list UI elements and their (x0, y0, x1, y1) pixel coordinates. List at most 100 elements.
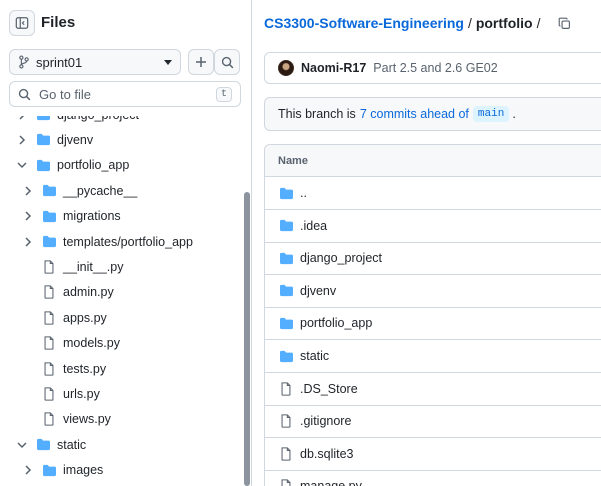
tree-item-label: admin.py (63, 285, 114, 300)
search-button[interactable] (214, 49, 240, 75)
table-row[interactable]: .gitignore (265, 405, 601, 439)
folder-icon (279, 187, 293, 199)
file-name-link[interactable]: static (300, 349, 329, 363)
tree-item-label: templates/portfolio_app (63, 234, 193, 249)
file-icon (44, 387, 54, 401)
expand-toggle[interactable] (23, 210, 33, 222)
breadcrumb-repo-link[interactable]: CS3300-Software-Engineering (264, 15, 464, 31)
add-file-button[interactable] (188, 49, 214, 75)
branch-selector[interactable]: sprint01 (9, 49, 181, 75)
tree-file-item[interactable]: models.py (0, 331, 244, 356)
commit-author-link[interactable]: Naomi-R17 (301, 61, 366, 75)
expand-toggle[interactable] (23, 185, 33, 197)
chevron-right-icon (19, 116, 24, 120)
tree-item-label: urls.py (63, 386, 100, 401)
ahead-prefix: This branch is (278, 107, 356, 121)
folder-icon (279, 220, 293, 232)
file-icon (44, 336, 54, 350)
tree-folder-item[interactable]: __pycache__ (0, 178, 244, 203)
file-icon (281, 381, 291, 396)
tree-folder-item[interactable]: migrations (0, 204, 244, 229)
tree-folder-item[interactable]: templates/portfolio_app (0, 229, 244, 254)
tree-item-label: static (57, 437, 87, 452)
file-list-table: Name .. .idea django_project djvenv portfoli… (264, 144, 601, 486)
file-name-link[interactable]: manage.py (300, 479, 362, 486)
folder-icon (42, 185, 56, 197)
chevron-right-icon (25, 211, 32, 221)
file-name-link[interactable]: .idea (300, 219, 327, 233)
tree-file-item[interactable]: urls.py (0, 381, 244, 406)
copy-path-button[interactable] (558, 17, 571, 30)
tree-folder-item[interactable]: static (0, 432, 244, 457)
folder-icon (279, 252, 293, 264)
file-name-link[interactable]: .gitignore (300, 414, 351, 428)
table-row[interactable]: static (265, 340, 601, 373)
chevron-down-icon (17, 442, 27, 448)
scrollbar-thumb[interactable] (244, 192, 250, 486)
table-row[interactable]: .idea (265, 210, 601, 243)
folder-icon (42, 464, 56, 476)
tree-file-item[interactable]: __init__.py (0, 254, 244, 279)
expand-toggle[interactable] (23, 464, 33, 476)
expand-toggle[interactable] (17, 116, 27, 121)
sidebar-scrollbar[interactable] (244, 116, 251, 486)
search-icon (221, 56, 233, 68)
file-icon (281, 479, 291, 486)
expand-toggle[interactable] (17, 134, 27, 146)
table-row[interactable]: portfolio_app (265, 307, 601, 341)
sidebar-header: Files (0, 0, 251, 46)
tree-item-label: images (63, 463, 104, 478)
expand-toggle[interactable] (17, 159, 27, 171)
folder-icon (35, 158, 51, 172)
tree-file-item[interactable]: apps.py (0, 305, 244, 330)
commits-ahead-link[interactable]: 7 commits ahead of (360, 107, 469, 121)
file-icon (41, 387, 57, 401)
file-name-link[interactable]: portfolio_app (300, 316, 372, 330)
table-row[interactable]: db.sqlite3 (265, 438, 601, 471)
table-row[interactable]: manage.py (265, 470, 601, 486)
folder-icon (35, 116, 51, 122)
commit-message-link[interactable]: Part 2.5 and 2.6 GE02 (373, 61, 497, 75)
tree-file-item[interactable]: admin.py (0, 280, 244, 305)
file-name-link[interactable]: django_project (300, 251, 382, 265)
chevron-right-icon (25, 465, 32, 475)
collapse-sidebar-button[interactable] (9, 10, 35, 36)
tree-item-label: djvenv (57, 132, 94, 147)
table-row[interactable]: .DS_Store (265, 373, 601, 406)
folder-icon (279, 285, 293, 297)
table-row[interactable]: .. (265, 177, 601, 210)
tree-folder-item[interactable]: django_project (0, 116, 244, 127)
tree-file-item[interactable]: tests.py (0, 356, 244, 381)
tree-folder-item[interactable]: images (0, 458, 244, 483)
file-icon (41, 311, 57, 325)
table-row[interactable]: django_project (265, 242, 601, 276)
tree-folder-item[interactable]: djvenv (0, 127, 244, 152)
tree-item-label: __init__.py (63, 259, 124, 274)
go-to-file-field[interactable]: t (9, 81, 241, 107)
sidebar-title: Files (41, 14, 76, 31)
chevron-right-icon (25, 236, 32, 247)
base-branch-label[interactable]: main (472, 106, 510, 122)
expand-toggle[interactable] (17, 439, 27, 451)
branch-name: sprint01 (36, 54, 83, 70)
chevron-down-icon (17, 162, 27, 169)
avatar[interactable] (278, 60, 294, 76)
file-name-link[interactable]: .DS_Store (300, 382, 358, 396)
tree-folder-item[interactable]: portfolio_app (0, 153, 244, 178)
file-name-link[interactable]: .. (300, 186, 307, 200)
folder-icon (279, 350, 293, 362)
folder-icon (42, 235, 56, 248)
folder-icon (35, 133, 51, 147)
file-name-link[interactable]: db.sqlite3 (300, 447, 354, 461)
file-icon (44, 260, 54, 274)
breadcrumb-separator: / (467, 15, 472, 31)
tree-file-item[interactable]: views.py (0, 407, 244, 432)
go-to-file-input[interactable] (39, 86, 216, 102)
file-name-link[interactable]: djvenv (300, 284, 336, 298)
expand-toggle[interactable] (23, 236, 33, 248)
table-row[interactable]: djvenv (265, 275, 601, 308)
file-icon (44, 361, 54, 376)
copy-icon (559, 17, 571, 29)
tree-item-label: django_project (57, 116, 139, 122)
folder-icon (36, 116, 50, 121)
